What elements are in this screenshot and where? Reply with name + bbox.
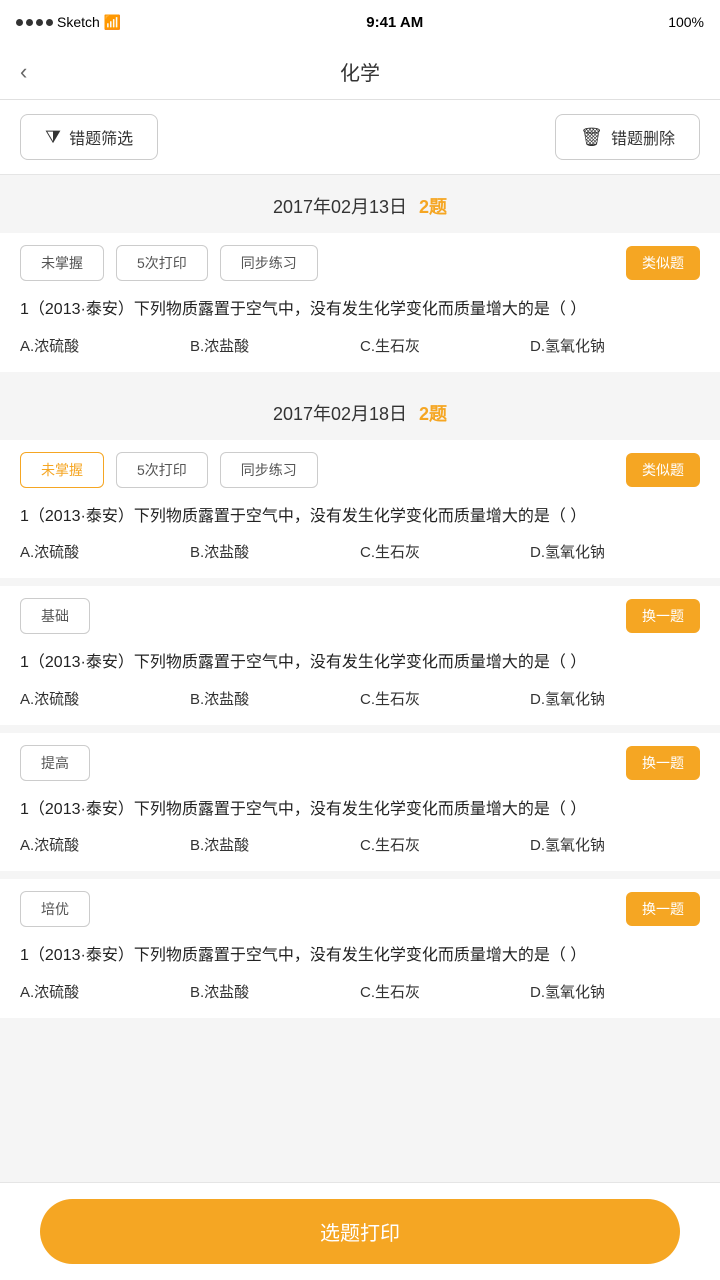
similar-btn-1[interactable]: 类似题: [626, 246, 700, 280]
question-body-4: 1（2013·泰安）下列物质露置于空气中，没有发生化学变化而质量增大的是（ ） …: [0, 793, 720, 872]
question-text-2: 1（2013·泰安）下列物质露置于空气中，没有发生化学变化而质量增大的是（ ）: [20, 504, 700, 530]
filter-button[interactable]: ⧩ 错题筛选: [20, 114, 158, 160]
option-c-4: C.生石灰: [360, 834, 530, 855]
option-b-2: B.浓盐酸: [190, 541, 360, 562]
page-title: 化学: [340, 57, 380, 86]
battery-indicator: 100%: [668, 14, 704, 30]
tag-btn-print-2[interactable]: 5次打印: [116, 452, 208, 488]
option-b-4: B.浓盐酸: [190, 834, 360, 855]
option-c-5: C.生石灰: [360, 981, 530, 1002]
question-body-1: 1（2013·泰安）下列物质露置于空气中，没有发生化学变化而质量增大的是（ ） …: [0, 293, 720, 372]
delete-button[interactable]: 🗑 错题删除: [555, 114, 700, 160]
tag-btn-print-1[interactable]: 5次打印: [116, 245, 208, 281]
status-time: 9:41 AM: [366, 14, 423, 31]
signal-icon: [16, 19, 53, 26]
tag-btn-advanced[interactable]: 提高: [20, 745, 90, 781]
tag-btn-basic[interactable]: 基础: [20, 598, 90, 634]
question-options-1: A.浓硫酸 B.浓盐酸 C.生石灰 D.氢氧化钠: [20, 335, 700, 356]
print-button[interactable]: 选题打印: [40, 1199, 680, 1264]
question-body-2: 1（2013·泰安）下列物质露置于空气中，没有发生化学变化而质量增大的是（ ） …: [0, 500, 720, 579]
date-text-1: 2017年02月13日: [273, 193, 407, 219]
question-card-4: 提高 换一题 1（2013·泰安）下列物质露置于空气中，没有发生化学变化而质量增…: [0, 733, 720, 872]
back-button[interactable]: ‹: [20, 59, 27, 85]
question-options-3: A.浓硫酸 B.浓盐酸 C.生石灰 D.氢氧化钠: [20, 688, 700, 709]
bottom-bar: 选题打印: [0, 1182, 720, 1280]
question-text-1: 1（2013·泰安）下列物质露置于空气中，没有发生化学变化而质量增大的是（ ）: [20, 297, 700, 323]
option-b-1: B.浓盐酸: [190, 335, 360, 356]
question-card-3: 基础 换一题 1（2013·泰安）下列物质露置于空气中，没有发生化学变化而质量增…: [0, 586, 720, 725]
similar-btn-2[interactable]: 类似题: [626, 453, 700, 487]
question-options-5: A.浓硫酸 B.浓盐酸 C.生石灰 D.氢氧化钠: [20, 981, 700, 1002]
option-b-5: B.浓盐酸: [190, 981, 360, 1002]
question-actions-1: 未掌握 5次打印 同步练习 类似题: [0, 233, 720, 293]
status-left: Sketch 📶: [16, 14, 121, 31]
question-card-1: 未掌握 5次打印 同步练习 类似题 1（2013·泰安）下列物质露置于空气中，没…: [0, 233, 720, 372]
delete-icon: 🗑: [580, 127, 603, 148]
option-c-1: C.生石灰: [360, 335, 530, 356]
option-a-1: A.浓硫酸: [20, 335, 190, 356]
status-bar: Sketch 📶 9:41 AM 100%: [0, 0, 720, 44]
tag-btn-not-mastered-2[interactable]: 未掌握: [20, 452, 104, 488]
wifi-icon: 📶: [104, 14, 121, 31]
option-b-3: B.浓盐酸: [190, 688, 360, 709]
tag-btn-sync-2[interactable]: 同步练习: [220, 452, 318, 488]
option-c-3: C.生石灰: [360, 688, 530, 709]
option-d-2: D.氢氧化钠: [530, 541, 700, 562]
question-actions-2: 未掌握 5次打印 同步练习 类似题: [0, 440, 720, 500]
question-text-3: 1（2013·泰安）下列物质露置于空气中，没有发生化学变化而质量增大的是（ ）: [20, 650, 700, 676]
question-options-2: A.浓硫酸 B.浓盐酸 C.生石灰 D.氢氧化钠: [20, 541, 700, 562]
option-a-2: A.浓硫酸: [20, 541, 190, 562]
scroll-area: 2017年02月13日 2题 未掌握 5次打印 同步练习 类似题 1（2013·…: [0, 175, 720, 1178]
bottom-spacer: [0, 1018, 720, 1058]
swap-btn-4[interactable]: 换一题: [626, 746, 700, 780]
app-name: Sketch: [57, 14, 100, 30]
option-a-5: A.浓硫酸: [20, 981, 190, 1002]
tag-btn-elite[interactable]: 培优: [20, 891, 90, 927]
question-actions-3: 基础 换一题: [0, 586, 720, 646]
question-actions-4: 提高 换一题: [0, 733, 720, 793]
question-text-4: 1（2013·泰安）下列物质露置于空气中，没有发生化学变化而质量增大的是（ ）: [20, 797, 700, 823]
delete-label: 错题删除: [611, 125, 675, 149]
date-section-2: 2017年02月18日 2题 未掌握 5次打印 同步练习 类似题 1（2013·…: [0, 382, 720, 1018]
option-d-5: D.氢氧化钠: [530, 981, 700, 1002]
tag-btn-sync-1[interactable]: 同步练习: [220, 245, 318, 281]
date-text-2: 2017年02月18日: [273, 400, 407, 426]
question-card-2: 未掌握 5次打印 同步练习 类似题 1（2013·泰安）下列物质露置于空气中，没…: [0, 440, 720, 579]
nav-bar: ‹ 化学: [0, 44, 720, 100]
filter-icon: ⧩: [45, 127, 61, 148]
date-header-2: 2017年02月18日 2题: [0, 382, 720, 440]
question-body-5: 1（2013·泰安）下列物质露置于空气中，没有发生化学变化而质量增大的是（ ） …: [0, 939, 720, 1018]
question-options-4: A.浓硫酸 B.浓盐酸 C.生石灰 D.氢氧化钠: [20, 834, 700, 855]
question-card-5: 培优 换一题 1（2013·泰安）下列物质露置于空气中，没有发生化学变化而质量增…: [0, 879, 720, 1018]
sub-divider-1: [0, 578, 720, 586]
option-d-3: D.氢氧化钠: [530, 688, 700, 709]
question-text-5: 1（2013·泰安）下列物质露置于空气中，没有发生化学变化而质量增大的是（ ）: [20, 943, 700, 969]
option-a-4: A.浓硫酸: [20, 834, 190, 855]
option-c-2: C.生石灰: [360, 541, 530, 562]
date-section-1: 2017年02月13日 2题 未掌握 5次打印 同步练习 类似题 1（2013·…: [0, 175, 720, 372]
option-d-4: D.氢氧化钠: [530, 834, 700, 855]
date-count-1: 2题: [419, 193, 447, 219]
option-d-1: D.氢氧化钠: [530, 335, 700, 356]
question-actions-5: 培优 换一题: [0, 879, 720, 939]
swap-btn-5[interactable]: 换一题: [626, 892, 700, 926]
sub-divider-3: [0, 871, 720, 879]
question-body-3: 1（2013·泰安）下列物质露置于空气中，没有发生化学变化而质量增大的是（ ） …: [0, 646, 720, 725]
toolbar: ⧩ 错题筛选 🗑 错题删除: [0, 100, 720, 175]
tag-btn-not-mastered-1[interactable]: 未掌握: [20, 245, 104, 281]
filter-label: 错题筛选: [69, 125, 133, 149]
swap-btn-3[interactable]: 换一题: [626, 599, 700, 633]
section-divider-1: [0, 372, 720, 382]
date-header-1: 2017年02月13日 2题: [0, 175, 720, 233]
sub-divider-2: [0, 725, 720, 733]
option-a-3: A.浓硫酸: [20, 688, 190, 709]
date-count-2: 2题: [419, 400, 447, 426]
